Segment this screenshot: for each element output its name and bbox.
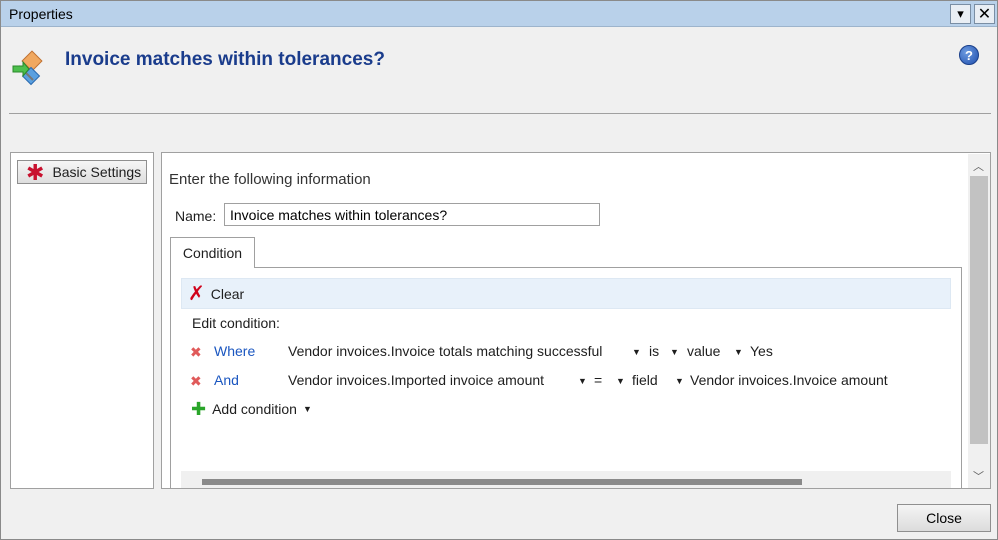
horizontal-scrollbar[interactable] [181,471,951,488]
name-label: Name: [175,208,217,224]
tab-condition[interactable]: Condition [170,237,255,268]
delete-condition-icon[interactable]: ✖ [190,344,202,361]
help-icon[interactable]: ? [959,45,979,65]
dropdown-arrow-icon[interactable]: ▼ [616,376,625,386]
vertical-scrollbar[interactable]: ︿ ﹀ [968,154,990,488]
condition-type-select[interactable]: field [632,372,658,388]
condition-keyword-link[interactable]: Where [214,343,255,359]
horizontal-scrollbar-thumb[interactable] [202,479,802,485]
dropdown-arrow-icon[interactable]: ▼ [675,376,684,386]
delete-condition-icon[interactable]: ✖ [190,373,202,390]
title-bar[interactable]: Properties ▾ ✕ [1,1,997,27]
close-icon: ✕ [977,6,992,23]
settings-content-pane: Enter the following information Name: Co… [161,152,991,489]
scroll-down-arrow-icon[interactable]: ﹀ [973,468,984,484]
dropdown-arrow-icon[interactable]: ▼ [632,347,641,357]
condition-keyword-link[interactable]: And [214,372,239,388]
dropdown-arrow-icon[interactable]: ▼ [670,347,679,357]
basic-settings-button[interactable]: ✱ Basic Settings [17,160,147,184]
condition-operator-select[interactable]: = [594,372,602,388]
page-title: Invoice matches within tolerances? [65,49,385,70]
properties-window: Properties ▾ ✕ Invoice matches within to… [0,0,998,540]
settings-nav-pane: ✱ Basic Settings [10,152,154,489]
condition-field-select[interactable]: Vendor invoices.Invoice totals matching … [288,343,602,359]
basic-settings-label: Basic Settings [52,164,142,180]
condition-value[interactable]: Vendor invoices.Invoice amount [690,372,888,388]
add-condition-icon: ✚ [191,399,207,419]
window-menu-button[interactable]: ▾ [950,4,971,24]
dropdown-arrow-icon[interactable]: ▼ [303,404,312,414]
window-title: Properties [9,6,73,22]
edit-condition-label: Edit condition: [192,315,280,331]
instruction-text: Enter the following information [169,171,371,188]
required-star-icon: ✱ [26,160,45,185]
close-button[interactable]: Close [897,504,991,532]
header: Invoice matches within tolerances? ? [1,28,997,114]
scroll-up-arrow-icon[interactable]: ︿ [973,158,984,174]
clear-button[interactable]: Clear [211,286,244,302]
condition-field-select[interactable]: Vendor invoices.Imported invoice amount [288,372,544,388]
name-input[interactable] [224,203,600,226]
condition-value[interactable]: Yes [750,343,773,359]
condition-type-select[interactable]: value [687,343,720,359]
condition-row: ✖ And Vendor invoices.Imported invoice a… [189,372,949,392]
add-condition-label: Add condition [212,401,297,417]
dropdown-arrow-icon[interactable]: ▼ [734,347,743,357]
condition-row: ✖ Where Vendor invoices.Invoice totals m… [189,343,949,363]
vertical-scrollbar-thumb[interactable] [970,176,988,444]
add-condition-button[interactable]: ✚ Add condition ▼ [191,400,312,418]
clear-icon[interactable]: ✗ [188,284,205,304]
window-close-button[interactable]: ✕ [974,4,995,24]
workflow-decision-icon [12,50,43,86]
condition-tab-panel: ✗ Clear Edit condition: ✖ Where Vendor i… [170,267,962,488]
condition-operator-select[interactable]: is [649,343,659,359]
dropdown-arrow-icon[interactable]: ▼ [578,376,587,386]
header-divider [9,113,991,114]
condition-toolbar: ✗ Clear [181,278,951,309]
chevron-down-icon: ▾ [957,6,964,21]
